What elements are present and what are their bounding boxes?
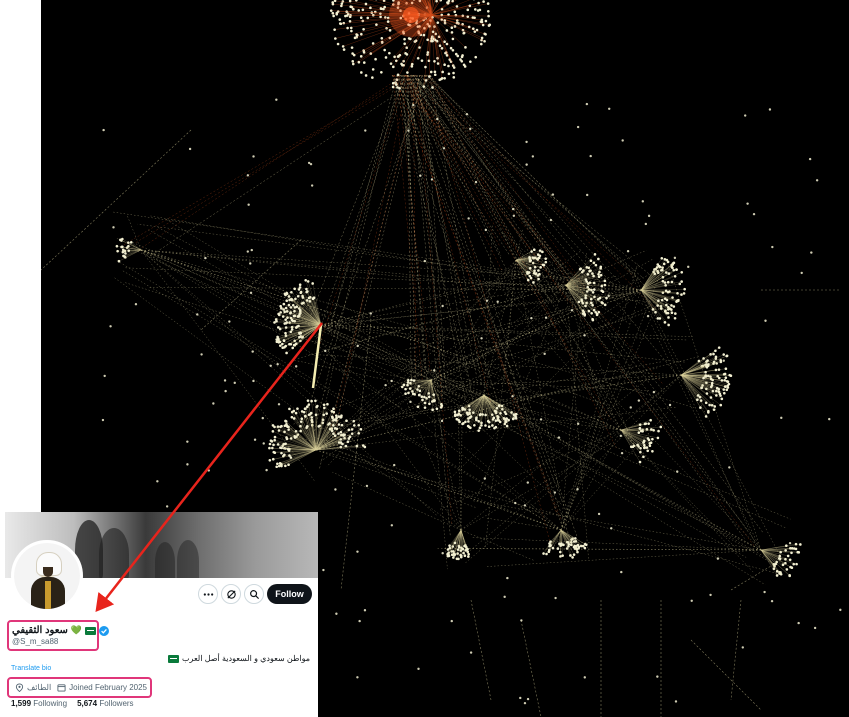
profile-meta-row: الطائف Joined February 2025 — [11, 678, 151, 696]
search-button[interactable] — [244, 584, 264, 604]
follow-button[interactable]: Follow — [267, 584, 312, 604]
heart-emoji: 💚 — [70, 625, 83, 635]
joined-item: Joined February 2025 — [57, 683, 147, 692]
saudi-flag-icon — [168, 654, 179, 663]
location-pin-icon — [15, 682, 24, 692]
location-text: الطائف — [27, 682, 52, 692]
translate-bio-link[interactable]: Translate bio — [11, 665, 51, 672]
user-handle: @S_m_sa88 — [12, 637, 59, 646]
calendar-icon — [57, 683, 66, 692]
following-link[interactable]: 1,599 Following — [11, 699, 67, 708]
display-name: سعود الثقيفي — [12, 625, 68, 636]
bio-text: مواطن سعودي و السعودية أصل العرب — [182, 654, 310, 663]
location-item: الطائف — [15, 683, 51, 692]
verified-badge-icon — [99, 625, 110, 636]
profile-card: Follow سعود الثقيفي 💚 @S_m_sa88 مواطن سع… — [5, 512, 318, 717]
saudi-flag-icon — [85, 626, 97, 635]
follow-stats-row: 1,599 Following 5,674 Followers — [11, 699, 134, 708]
followers-link[interactable]: 5,674 Followers — [77, 699, 134, 708]
more-options-button[interactable] — [198, 584, 218, 604]
profile-bio: مواطن سعودي و السعودية أصل العرب — [168, 654, 310, 663]
grok-icon — [226, 589, 236, 599]
more-dots-icon — [203, 592, 213, 596]
grok-button[interactable] — [221, 584, 241, 604]
avatar[interactable] — [11, 540, 83, 612]
search-icon — [249, 589, 259, 599]
joined-text: Joined February 2025 — [69, 682, 147, 692]
